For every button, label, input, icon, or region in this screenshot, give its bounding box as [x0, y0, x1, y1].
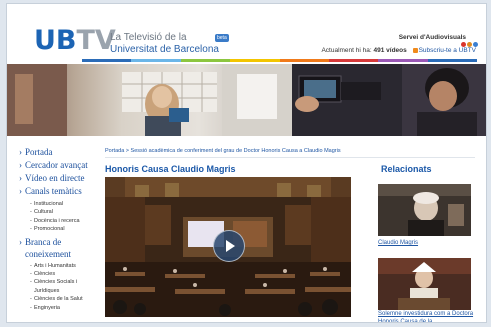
knowledge-item[interactable]: Enginyeria — [19, 304, 99, 313]
play-icon — [226, 240, 235, 252]
breadcrumb-home-link[interactable]: Portada — [105, 148, 124, 154]
channel-item[interactable]: Cultural — [19, 208, 99, 217]
tagline-line1: La Televisió de la — [110, 32, 187, 43]
header-color-bar — [82, 59, 477, 62]
header: UBTV La Televisió de la Universitat de B… — [7, 4, 486, 64]
channel-item[interactable]: Docència i recerca — [19, 217, 99, 226]
counter-value: 491 vídeos — [373, 47, 407, 54]
knowledge-item[interactable]: Ciències — [19, 270, 99, 279]
color-segment — [131, 59, 181, 62]
breadcrumb-separator: > — [125, 148, 130, 154]
knowledge-list: Arts i Humanitats Ciències Ciències Soci… — [19, 262, 99, 313]
sidebar-nav: Portada Cercador avançat Vídeo en direct… — [19, 146, 99, 314]
beta-badge: beta — [215, 34, 229, 42]
color-segment — [427, 59, 477, 62]
related-thumbnail[interactable] — [378, 258, 471, 310]
tagline-line2: Universitat de Barcelona — [110, 44, 219, 55]
color-segment — [180, 59, 231, 62]
color-segment — [230, 59, 280, 62]
video-counter: Actualment hi ha: 491 vídeos Subscriu-te… — [321, 47, 476, 54]
play-button[interactable] — [213, 230, 245, 262]
channel-item[interactable]: Promocional — [19, 225, 99, 234]
related-thumbnail-image — [378, 184, 471, 236]
related-link[interactable]: Claudio Magris — [378, 240, 478, 248]
knowledge-item[interactable]: Ciències de la Salut — [19, 295, 99, 304]
color-segment — [328, 59, 379, 62]
rss-icon[interactable] — [412, 47, 418, 53]
related-thumbnail-image — [378, 258, 471, 310]
color-segment — [82, 59, 132, 62]
header-banner-image — [7, 64, 486, 136]
logo-ub: UB — [34, 25, 77, 56]
sidebar-item-live-video[interactable]: Vídeo en directe — [19, 172, 99, 185]
video-title: Honoris Causa Claudio Magris — [105, 164, 236, 174]
channel-item[interactable]: Institucional — [19, 200, 99, 209]
related-link[interactable]: Solemne investidura com a Doctora Honori… — [378, 311, 478, 322]
video-player[interactable] — [105, 177, 351, 317]
site-tagline: La Televisió de la Universitat de Barcel… — [110, 32, 219, 56]
channel-list: Institucional Cultural Docència i recerc… — [19, 200, 99, 234]
color-segment — [378, 59, 428, 62]
related-thumbnail[interactable] — [378, 184, 471, 236]
knowledge-item[interactable]: Arts i Humanitats — [19, 262, 99, 271]
breadcrumb: Portada > Sessió acadèmica de conferimen… — [105, 148, 475, 158]
ubtv-logo[interactable]: UBTV — [34, 26, 116, 56]
page: UBTV La Televisió de la Universitat de B… — [6, 3, 487, 323]
sidebar-item-portada[interactable]: Portada — [19, 146, 99, 159]
service-label: Servei d'Audiovisuals — [398, 34, 466, 41]
breadcrumb-current[interactable]: Sessió acadèmica de conferiment del grau… — [131, 148, 341, 154]
counter-prefix: Actualment hi ha: — [321, 47, 372, 54]
subscribe-link[interactable]: Subscriu-te a UBTV — [419, 47, 476, 54]
sidebar-item-advanced-search[interactable]: Cercador avançat — [19, 159, 99, 172]
knowledge-item[interactable]: Ciències Socials i Jurídiques — [19, 278, 94, 295]
sidebar-item-knowledge-branch[interactable]: Branca de coneixement — [19, 236, 97, 260]
sidebar-item-thematic-channels[interactable]: Canals temàtics — [19, 185, 99, 198]
related-heading: Relacionats — [381, 164, 432, 174]
banner-illustration — [7, 64, 486, 136]
color-segment — [279, 59, 329, 62]
